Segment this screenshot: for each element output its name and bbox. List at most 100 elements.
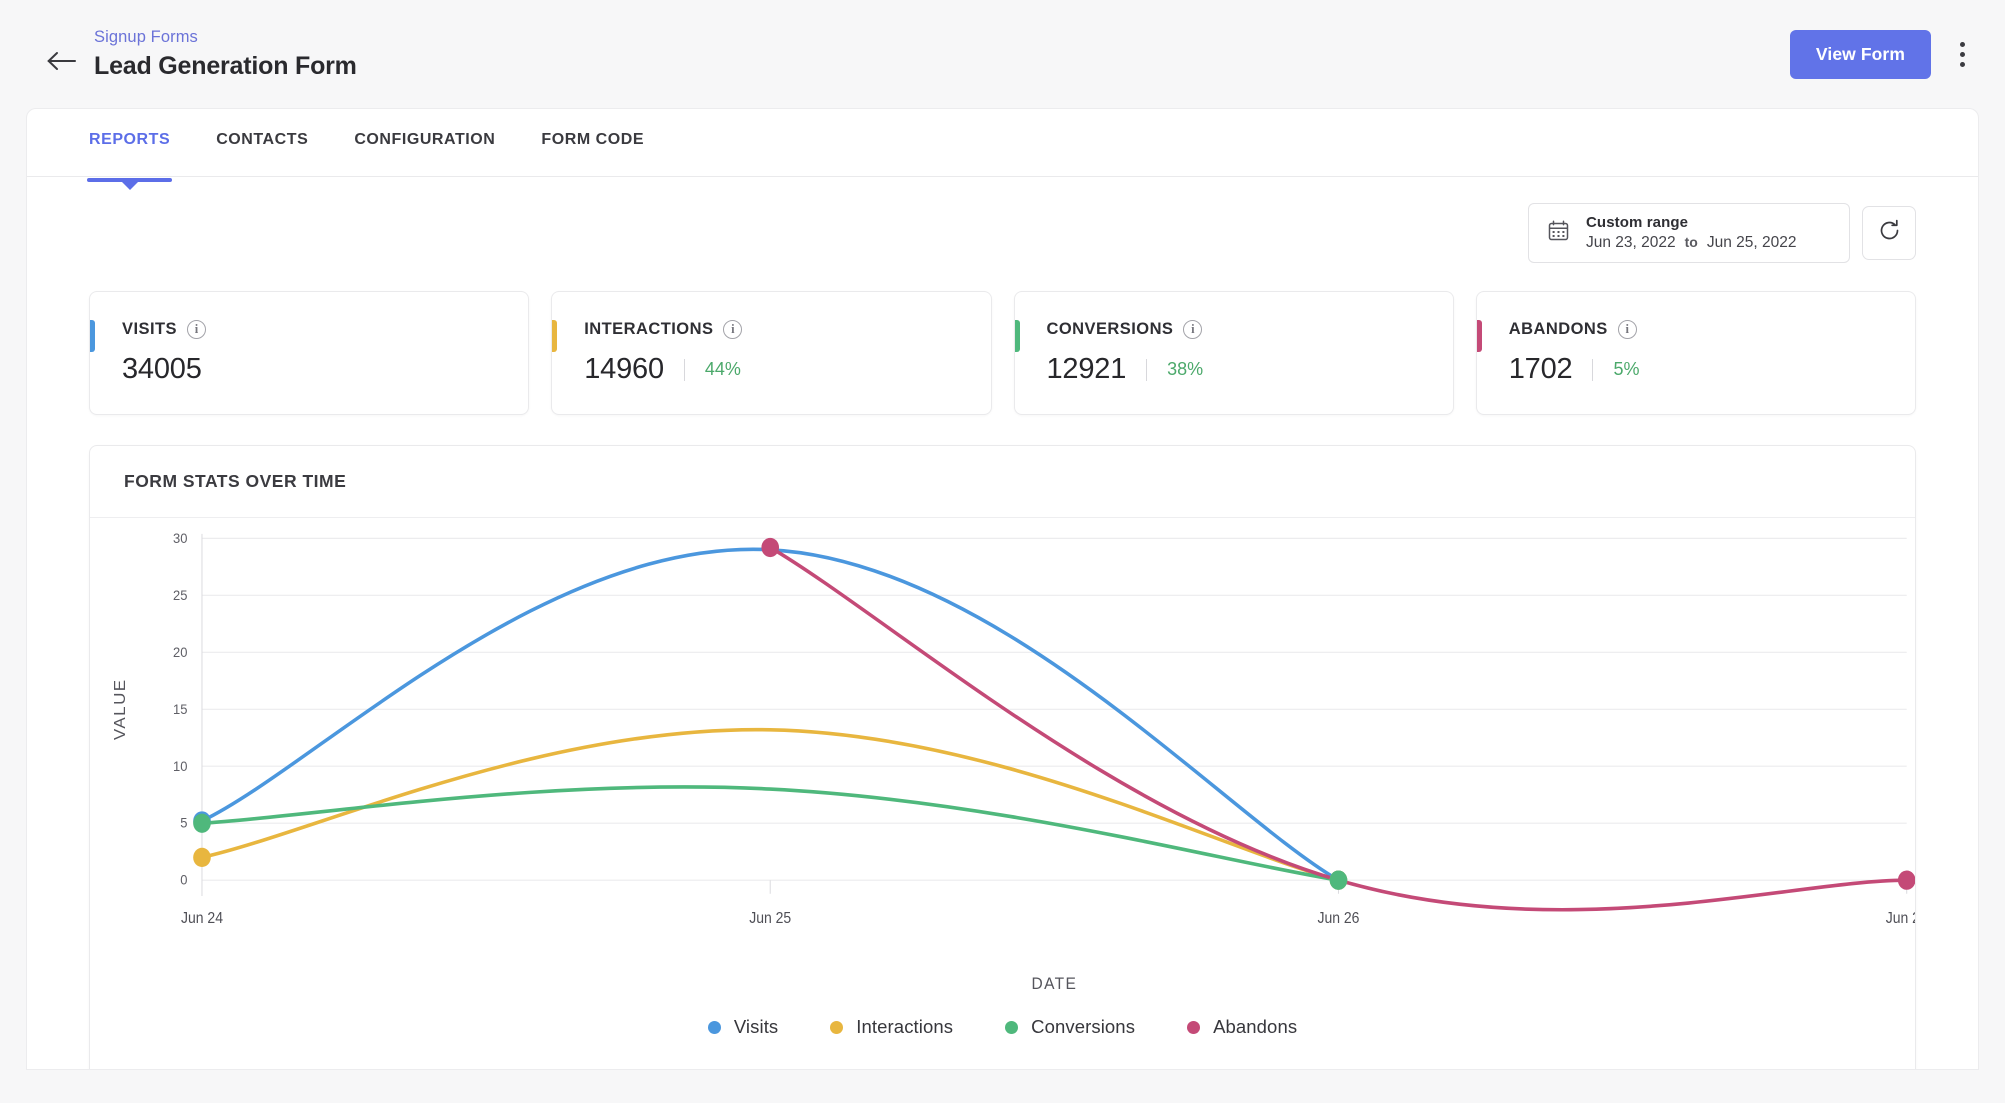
form-stats-line-chart[interactable]: 0 5 10 15 20 25 30 Jun 24 Jun 25 Jun 26 Jun 27 DATE… <box>90 518 1915 1016</box>
chart-body: 0 5 10 15 20 25 30 Jun 24 Jun 25 Jun 26 Jun 27 DATE… <box>90 518 1915 1016</box>
stat-card-visits: VISITS i 34005 <box>89 291 530 415</box>
x-axis-label: DATE <box>1032 974 1078 993</box>
y-axis-label: VALUE <box>112 678 129 740</box>
stat-label-conversions: CONVERSIONS <box>1046 320 1174 338</box>
legend-label-conversions: Conversions <box>1031 1016 1136 1037</box>
legend-item-visits[interactable]: Visits <box>707 1016 779 1038</box>
info-icon[interactable]: i <box>1183 320 1203 339</box>
stat-divider <box>683 358 685 381</box>
y-axis-tick: 15 <box>173 701 187 717</box>
stat-divider <box>1146 358 1148 381</box>
legend-dot-abandons <box>1187 1020 1201 1034</box>
legend-item-interactions[interactable]: Interactions <box>830 1016 953 1038</box>
data-point-interactions[interactable] <box>193 847 211 868</box>
stats-row: VISITS i 34005 INTERACTIONS i 14960 44% <box>27 263 1978 415</box>
stat-label-interactions: INTERACTIONS <box>584 320 714 338</box>
back-arrow-icon[interactable] <box>40 39 84 83</box>
y-axis-tick: 5 <box>180 815 187 831</box>
header-title-block: Signup Forms Lead Generation Form <box>94 28 357 81</box>
legend-item-conversions[interactable]: Conversions <box>1005 1016 1135 1038</box>
date-range-values: Jun 23, 2022 to Jun 25, 2022 <box>1586 234 1797 252</box>
tab-reports[interactable]: REPORTS <box>87 109 173 190</box>
info-icon[interactable]: i <box>1617 320 1637 339</box>
date-separator-label: to <box>1684 234 1698 250</box>
tab-form-code-label: FORM CODE <box>541 131 645 148</box>
tab-contacts[interactable]: CONTACTS <box>216 109 308 177</box>
kebab-dot <box>1959 61 1965 67</box>
info-icon[interactable]: i <box>723 320 743 339</box>
stat-card-abandons: ABANDONS i 1702 5% <box>1475 291 1916 415</box>
legend-item-abandons[interactable]: Abandons <box>1187 1016 1297 1038</box>
stat-label-abandons: ABANDONS <box>1508 320 1608 338</box>
calendar-icon <box>1547 219 1570 247</box>
legend-label-abandons: Abandons <box>1213 1016 1298 1037</box>
legend-label-interactions: Interactions <box>856 1016 954 1037</box>
x-axis-tick-label: Jun 25 <box>749 911 791 928</box>
view-form-button[interactable]: View Form <box>1789 29 1931 79</box>
stat-card-interactions: INTERACTIONS i 14960 44% <box>551 291 992 415</box>
header-actions: View Form <box>1789 29 1979 79</box>
stat-values: 14960 44% <box>584 353 958 386</box>
tab-reports-label: REPORTS <box>89 131 171 148</box>
tab-configuration[interactable]: CONFIGURATION <box>354 109 495 177</box>
series-line-abandons[interactable] <box>768 545 1909 912</box>
data-point-conversions[interactable] <box>193 813 211 833</box>
stat-percent-conversions: 38% <box>1167 359 1204 379</box>
stat-header: ABANDONS i <box>1509 320 1883 339</box>
stat-card-conversions: CONVERSIONS i 12921 38% <box>1013 291 1454 415</box>
stat-percent-abandons: 5% <box>1613 359 1640 379</box>
stat-value-visits: 34005 <box>122 353 202 385</box>
date-range-texts: Custom range Jun 23, 2022 to Jun 25, 202… <box>1586 214 1797 252</box>
date-to-value: Jun 25, 2022 <box>1706 234 1797 251</box>
refresh-button[interactable] <box>1862 206 1916 260</box>
stat-value-abandons: 1702 <box>1508 353 1573 385</box>
breadcrumb-signup-forms[interactable]: Signup Forms <box>94 28 357 47</box>
stat-header: CONVERSIONS i <box>1047 320 1421 339</box>
x-axis-tick-label: Jun 24 <box>181 911 223 928</box>
tab-contacts-label: CONTACTS <box>216 131 309 148</box>
form-stats-chart-panel: FORM STATS OVER TIME 0 5 10 15 20 25 30 Jun 24 J… <box>89 445 1916 1069</box>
stat-label-visits: VISITS <box>122 320 177 338</box>
stat-values: 12921 38% <box>1047 353 1421 386</box>
x-axis-tick-label: Jun 26 <box>1317 911 1359 928</box>
tab-configuration-label: CONFIGURATION <box>354 131 496 148</box>
chart-title: FORM STATS OVER TIME <box>124 471 347 491</box>
stat-accent-bar <box>1476 320 1482 352</box>
stat-values: 1702 5% <box>1509 353 1883 386</box>
tab-active-caret-icon <box>120 181 139 190</box>
y-axis-tick: 30 <box>173 530 187 546</box>
date-from-value: Jun 23, 2022 <box>1586 234 1676 251</box>
series-line-visits[interactable] <box>200 547 1341 882</box>
data-point-conversions[interactable] <box>1329 870 1348 890</box>
stat-header: VISITS i <box>122 320 496 339</box>
y-axis-tick: 20 <box>173 644 187 660</box>
tab-bar: REPORTS CONTACTS CONFIGURATION FORM CODE <box>27 109 1978 190</box>
stat-value-conversions: 12921 <box>1046 353 1127 385</box>
stat-values: 34005 <box>122 353 496 386</box>
legend-dot-interactions <box>830 1020 844 1034</box>
content-card: REPORTS CONTACTS CONFIGURATION FORM CODE <box>26 108 1979 1070</box>
legend-dot-conversions <box>1005 1020 1019 1034</box>
stat-divider <box>1592 358 1594 381</box>
stat-value-interactions: 14960 <box>584 353 664 385</box>
kebab-dot <box>1959 41 1965 47</box>
series-line-conversions[interactable] <box>200 785 1341 882</box>
y-axis-tick: 10 <box>173 758 187 774</box>
reports-toolbar: Custom range Jun 23, 2022 to Jun 25, 202… <box>27 177 1978 263</box>
info-icon[interactable]: i <box>186 320 206 339</box>
x-axis-tick-label: Jun 27 <box>1886 911 1915 928</box>
data-point-abandons[interactable] <box>1897 870 1915 890</box>
refresh-icon <box>1877 218 1902 248</box>
stat-accent-bar <box>1014 320 1020 352</box>
y-axis-tick: 0 <box>180 872 187 888</box>
y-axis-tick: 25 <box>173 587 187 603</box>
more-vertical-icon[interactable] <box>1945 33 1979 75</box>
legend-label-visits: Visits <box>733 1016 779 1037</box>
data-point-abandons[interactable] <box>761 537 780 558</box>
page-header: Signup Forms Lead Generation Form View F… <box>0 0 2005 108</box>
chart-title-bar: FORM STATS OVER TIME <box>90 446 1915 518</box>
legend-dot-visits <box>707 1020 721 1034</box>
date-range-label: Custom range <box>1586 214 1689 231</box>
date-range-picker[interactable]: Custom range Jun 23, 2022 to Jun 25, 202… <box>1528 203 1850 263</box>
tab-form-code[interactable]: FORM CODE <box>541 109 644 177</box>
